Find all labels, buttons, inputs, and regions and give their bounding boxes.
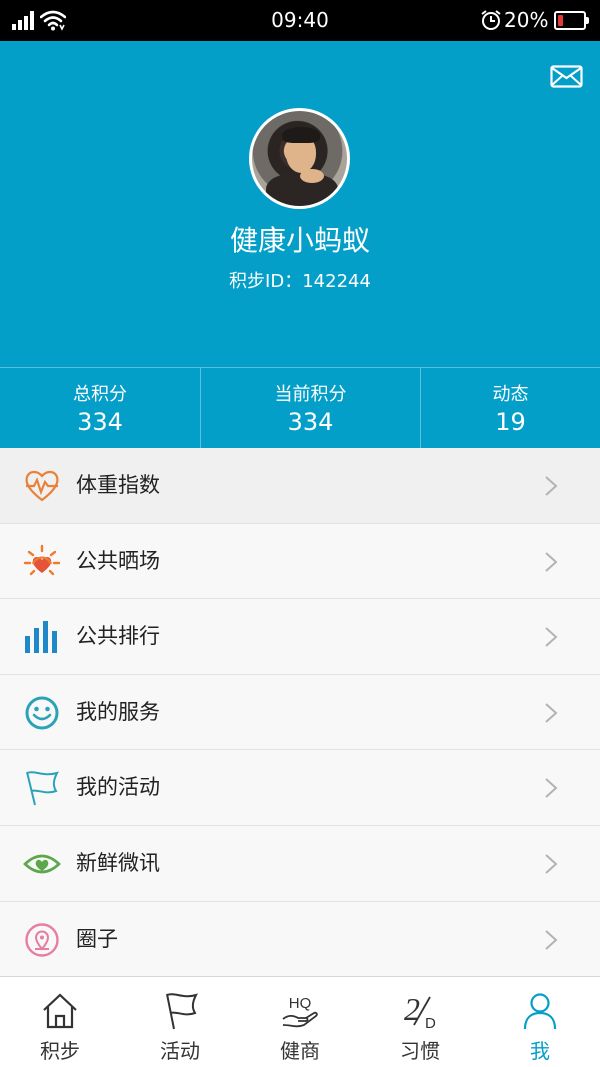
alarm-icon (481, 10, 501, 30)
menu-item-public-showcase[interactable]: 公共晒场 (0, 523, 600, 600)
user-id: 积步ID：142244 (229, 271, 371, 292)
battery-level (558, 15, 563, 26)
flag-icon (166, 993, 198, 1030)
tab-label: 健商 (280, 1039, 320, 1063)
sun-heart-icon (23, 544, 61, 575)
21d-icon: 2 D (404, 991, 436, 1031)
menu-label: 公共排行 (76, 624, 160, 649)
user-name: 健康小蚂蚁 (229, 224, 370, 257)
menu-label: 体重指数 (76, 473, 160, 497)
menu-label: 圈子 (76, 926, 118, 951)
bar-chart-icon (25, 621, 57, 654)
avatar[interactable] (249, 108, 350, 209)
hq-text: HQ (289, 995, 312, 1012)
smiley-icon (25, 696, 59, 730)
menu-label: 新鲜微讯 (76, 850, 160, 875)
menu-label: 公共晒场 (76, 548, 160, 573)
menu-item-fresh-news[interactable]: 新鲜微讯 (0, 825, 600, 902)
chevron-right-icon (545, 551, 558, 572)
stat-value: 334 (287, 408, 334, 436)
stat-total-points[interactable]: 总积分 334 (0, 368, 200, 448)
flag-icon (26, 771, 59, 806)
menu-item-my-activities[interactable]: 我的活动 (0, 750, 600, 826)
menu-label: 我的活动 (76, 775, 160, 800)
tab-label: 习惯 (400, 1039, 440, 1063)
stat-label: 动态 (492, 384, 529, 405)
eye-heart-icon (23, 854, 61, 874)
bottom-tab-bar: 积步 活动 HQ 健商 2 D 习惯 我 (0, 976, 600, 1067)
menu-item-bmi[interactable]: 体重指数 (0, 448, 600, 524)
menu-item-my-services[interactable]: 我的服务 (0, 674, 600, 751)
tab-activities[interactable]: 活动 (120, 977, 240, 1067)
tab-label: 积步 (40, 1039, 80, 1063)
stat-activity[interactable]: 动态 19 (420, 368, 600, 448)
chevron-right-icon (545, 703, 558, 723)
tab-label: 活动 (160, 1039, 200, 1063)
menu-label: 我的服务 (76, 699, 160, 724)
battery-percent: 20% (504, 8, 549, 32)
chevron-right-icon (545, 627, 558, 647)
home-icon (43, 993, 77, 1029)
tab-jibu[interactable]: 积步 (0, 977, 120, 1067)
menu-list: 体重指数 公共晒场 公共排行 我的服务 我的活动 新鲜微讯 圈子 (0, 448, 600, 978)
mail-icon[interactable] (550, 65, 583, 88)
status-bar: 09:40 20% (0, 0, 600, 41)
heart-pulse-icon (25, 470, 59, 502)
tab-habits[interactable]: 2 D 习惯 (360, 977, 480, 1067)
battery-icon (554, 11, 589, 30)
stats-bar: 总积分 334 当前积分 334 动态 19 (0, 367, 600, 448)
stat-label: 总积分 (73, 384, 127, 405)
menu-item-public-ranking[interactable]: 公共排行 (0, 599, 600, 675)
profile-header: 健康小蚂蚁 积步ID：142244 (0, 41, 600, 367)
stat-value: 334 (77, 408, 123, 436)
chevron-right-icon (545, 854, 558, 874)
location-circle-icon (25, 922, 59, 957)
stat-current-points[interactable]: 当前积分 334 (200, 368, 420, 448)
chevron-right-icon (545, 929, 558, 950)
tab-label: 我 (530, 1039, 550, 1063)
stat-label: 当前积分 (274, 384, 347, 405)
hq-hand-icon: HQ (282, 995, 318, 1028)
person-icon (523, 993, 557, 1030)
21d-number: 2 (404, 991, 420, 1027)
tab-health-iq[interactable]: HQ 健商 (240, 977, 360, 1067)
chevron-right-icon (545, 778, 558, 799)
tab-me[interactable]: 我 (480, 977, 600, 1067)
chevron-right-icon (545, 476, 558, 496)
stat-value: 19 (495, 408, 526, 436)
21d-letter: D (425, 1015, 436, 1031)
menu-item-circles[interactable]: 圈子 (0, 901, 600, 978)
